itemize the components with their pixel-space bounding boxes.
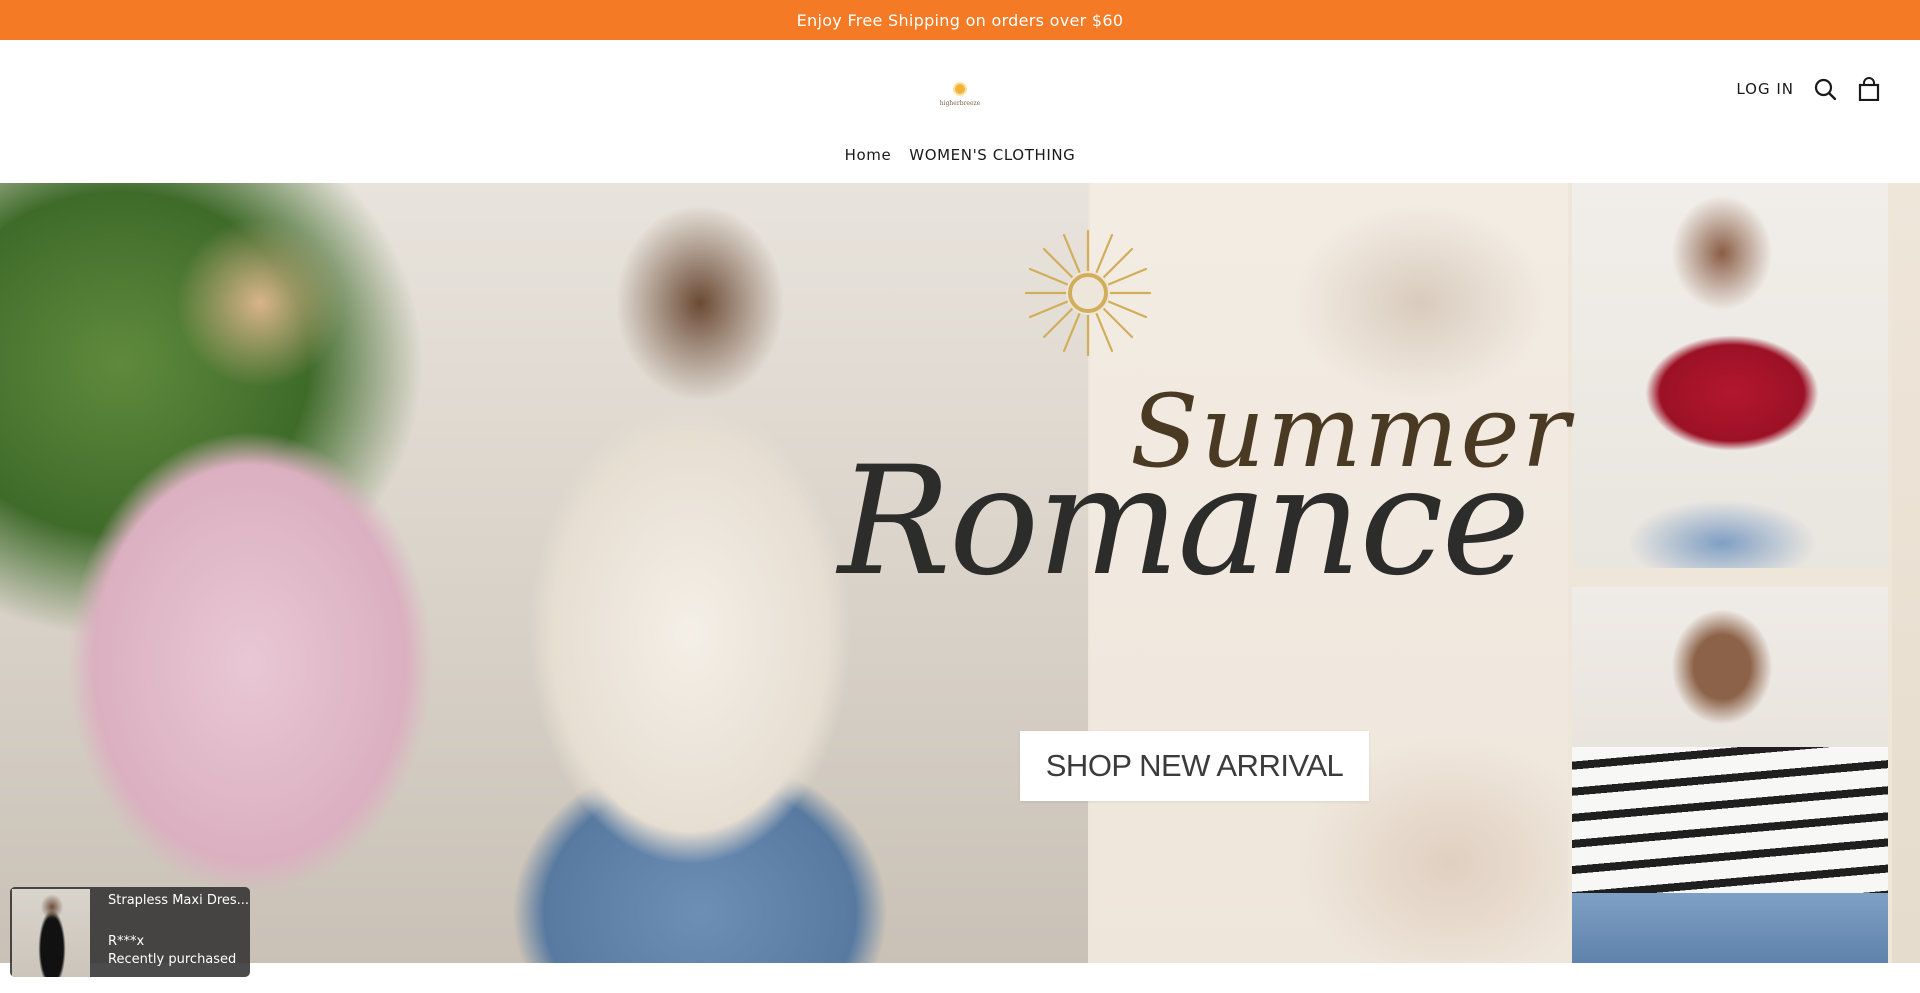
announcement-bar: Enjoy Free Shipping on orders over $60 [0,0,1920,40]
hero-photo-red-top [1572,183,1888,568]
hero-headline-romance: Romance [838,435,1530,609]
nav-item-womens-clothing[interactable]: WOMEN'S CLOTHING [909,146,1075,164]
login-link[interactable]: LOG IN [1736,80,1794,98]
popup-product-name: Strapless Maxi Dres... [108,893,250,908]
sun-logo-icon [955,84,965,94]
page-bottom-strip [0,963,1920,993]
header-actions: LOG IN [1736,76,1882,102]
store-logo[interactable]: higherbreeze [938,80,982,112]
announcement-text: Enjoy Free Shipping on orders over $60 [796,10,1124,30]
product-thumbnail [12,889,90,977]
recent-purchase-popup[interactable]: Strapless Maxi Dres... R***x Recently pu… [10,887,250,977]
popup-body: Strapless Maxi Dres... R***x Recently pu… [90,887,249,977]
hero-edge [1892,183,1920,963]
search-icon[interactable] [1812,76,1838,102]
shopping-bag-icon[interactable] [1856,76,1882,102]
popup-status: Recently purchased [108,951,237,967]
site-header: higherbreeze LOG IN Home WOMEN'S CLOTHIN… [0,40,1920,183]
hero-banner[interactable]: Summer Romance SHOP NEW ARRIVAL [0,183,1920,963]
popup-buyer: R***x [108,933,145,949]
sun-decoration-icon [1024,229,1152,357]
main-nav: Home WOMEN'S CLOTHING [0,146,1920,164]
shop-new-arrival-button[interactable]: SHOP NEW ARRIVAL [1020,731,1369,801]
hero-photo-striped-top [1572,587,1888,963]
nav-item-home[interactable]: Home [845,146,892,164]
logo-text: higherbreeze [939,100,981,107]
